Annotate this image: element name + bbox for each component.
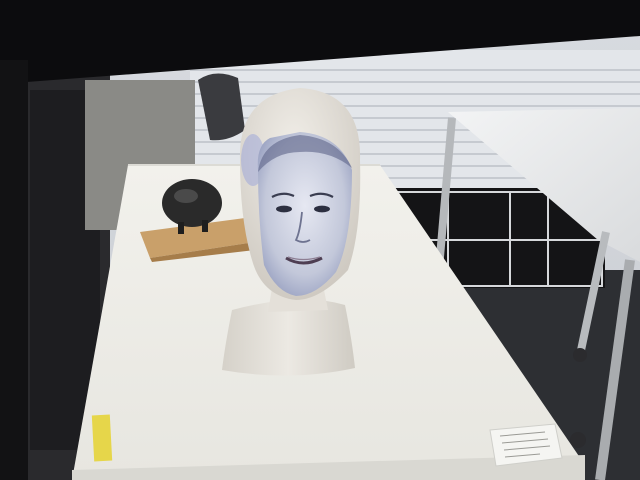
left-frame-edge	[0, 60, 28, 480]
yellow-tape-mark	[91, 414, 113, 462]
info-card	[489, 423, 563, 467]
photo-scene	[0, 0, 640, 480]
